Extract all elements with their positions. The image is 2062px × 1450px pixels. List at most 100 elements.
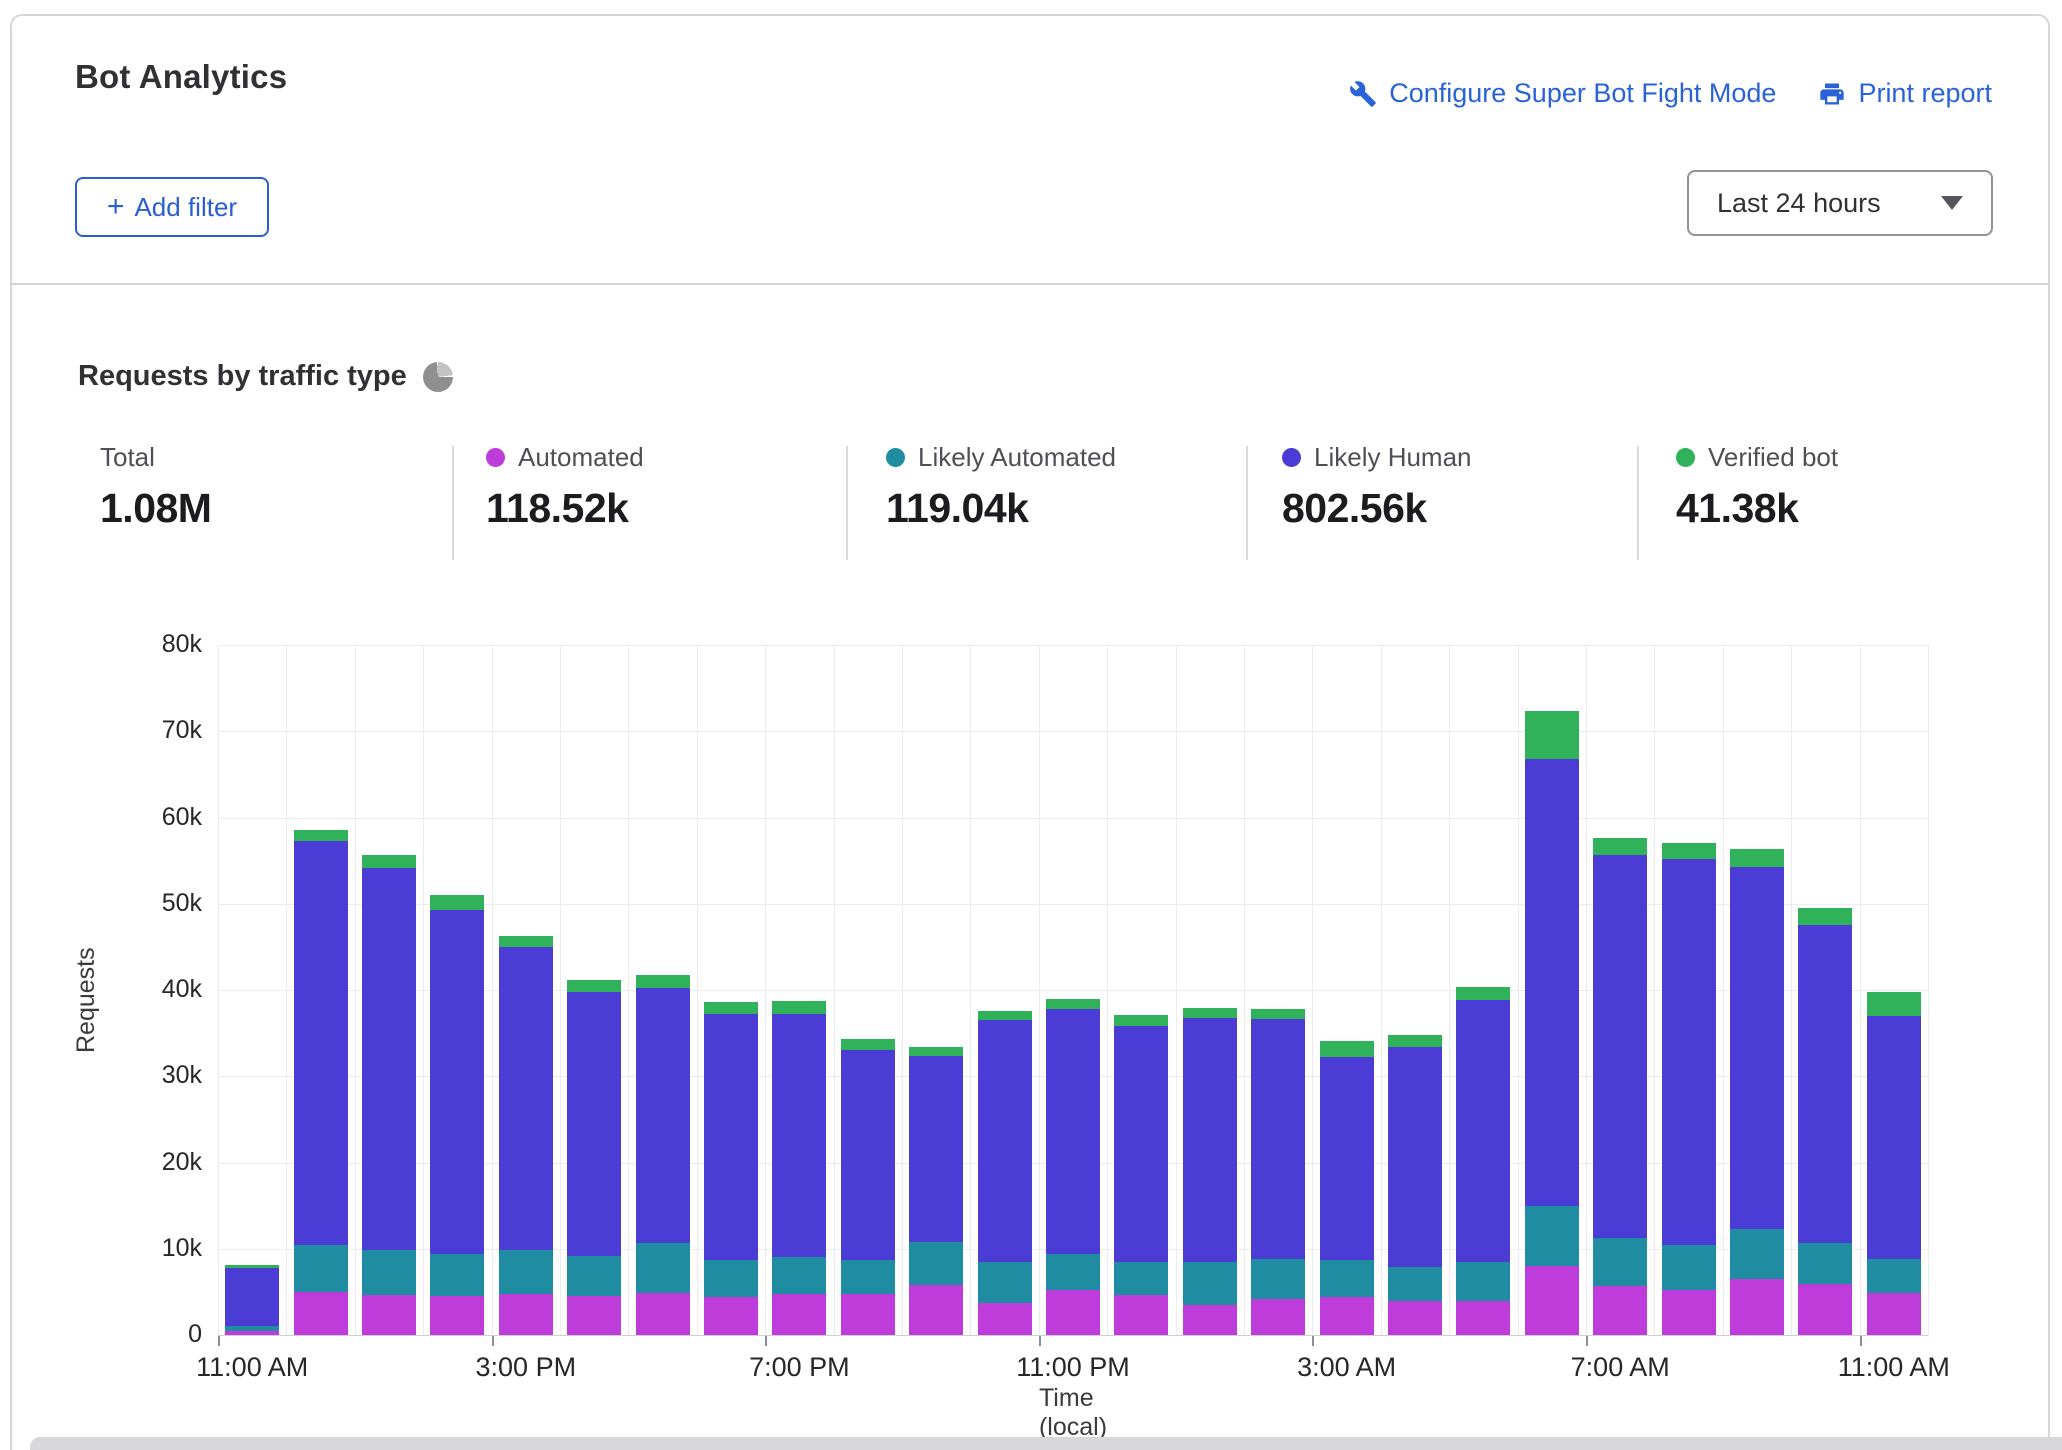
bar-segment-automated[interactable] [362,1295,416,1335]
bar-segment-likely-human[interactable] [362,868,416,1251]
stacked-bar-800am[interactable] [1662,843,1716,1335]
bar-segment-likely-human[interactable] [978,1020,1032,1262]
stacked-bar-500pm[interactable] [636,975,690,1335]
bar-segment-verified-bot[interactable] [567,980,621,992]
stacked-bar-500am[interactable] [1456,987,1510,1335]
bar-segment-likely-human[interactable] [1320,1057,1374,1259]
stacked-bar-800pm[interactable] [841,1039,895,1335]
bar-segment-likely-automated[interactable] [1798,1243,1852,1284]
bar-segment-automated[interactable] [1251,1299,1305,1335]
bar-segment-likely-automated[interactable] [1593,1238,1647,1285]
stacked-bar-100am[interactable] [1183,1008,1237,1335]
bar-segment-likely-automated[interactable] [978,1262,1032,1303]
bar-segment-automated[interactable] [430,1296,484,1335]
bar-segment-likely-automated[interactable] [362,1250,416,1295]
bar-segment-likely-human[interactable] [1662,859,1716,1245]
bar-segment-verified-bot[interactable] [978,1011,1032,1020]
bar-segment-likely-automated[interactable] [567,1256,621,1297]
bar-segment-verified-bot[interactable] [1525,711,1579,758]
stat-automated[interactable]: Automated 118.52k [486,442,644,532]
bar-segment-likely-human[interactable] [1046,1009,1100,1254]
time-range-dropdown[interactable]: Last 24 hours [1687,170,1993,236]
bar-segment-verified-bot[interactable] [1798,908,1852,925]
bar-segment-likely-automated[interactable] [1183,1262,1237,1305]
bar-segment-verified-bot[interactable] [704,1002,758,1014]
bar-segment-likely-automated[interactable] [430,1254,484,1296]
bar-segment-likely-human[interactable] [225,1268,279,1326]
bar-segment-automated[interactable] [225,1331,279,1335]
bar-segment-likely-automated[interactable] [1320,1260,1374,1298]
bar-segment-automated[interactable] [567,1296,621,1335]
stacked-bar-400pm[interactable] [567,980,621,1335]
bar-segment-verified-bot[interactable] [772,1001,826,1014]
bar-segment-verified-bot[interactable] [1730,849,1784,866]
bar-segment-likely-human[interactable] [841,1050,895,1260]
stat-verified-bot[interactable]: Verified bot 41.38k [1676,442,1838,532]
bar-segment-likely-automated[interactable] [1525,1206,1579,1266]
bar-segment-likely-automated[interactable] [704,1260,758,1297]
bar-segment-likely-human[interactable] [499,947,553,1250]
bar-segment-automated[interactable] [1388,1301,1442,1335]
bar-segment-likely-automated[interactable] [1730,1229,1784,1279]
bar-segment-likely-automated[interactable] [499,1250,553,1294]
stacked-bar-900pm[interactable] [909,1047,963,1335]
bar-segment-verified-bot[interactable] [1046,999,1100,1009]
bar-segment-automated[interactable] [1320,1297,1374,1335]
bar-segment-likely-human[interactable] [1183,1018,1237,1261]
bar-segment-likely-human[interactable] [1867,1016,1921,1259]
bar-segment-verified-bot[interactable] [294,830,348,841]
bar-segment-automated[interactable] [841,1294,895,1335]
bar-segment-likely-automated[interactable] [841,1260,895,1295]
bar-segment-verified-bot[interactable] [1251,1009,1305,1019]
bar-segment-automated[interactable] [1114,1295,1168,1335]
bar-segment-automated[interactable] [1183,1305,1237,1335]
bar-segment-automated[interactable] [978,1303,1032,1335]
bar-segment-verified-bot[interactable] [1183,1008,1237,1018]
bar-segment-automated[interactable] [1798,1284,1852,1335]
bar-segment-likely-automated[interactable] [1388,1267,1442,1302]
stacked-bar-200pm[interactable] [430,895,484,1335]
bar-segment-likely-human[interactable] [636,988,690,1242]
stacked-bar-400am[interactable] [1388,1035,1442,1335]
bar-segment-likely-human[interactable] [1114,1026,1168,1261]
bar-segment-verified-bot[interactable] [1593,838,1647,855]
bar-segment-automated[interactable] [1525,1266,1579,1335]
bar-segment-likely-automated[interactable] [1046,1254,1100,1290]
bar-segment-verified-bot[interactable] [430,895,484,910]
bar-segment-likely-automated[interactable] [636,1243,690,1293]
stacked-bar-1000am[interactable] [1798,908,1852,1335]
bar-segment-automated[interactable] [294,1292,348,1335]
bar-segment-likely-human[interactable] [1251,1019,1305,1259]
stacked-bar-700pm[interactable] [772,1001,826,1335]
bar-segment-automated[interactable] [1456,1301,1510,1336]
bar-segment-automated[interactable] [1662,1290,1716,1335]
bar-segment-verified-bot[interactable] [362,855,416,868]
bar-segment-likely-automated[interactable] [909,1242,963,1285]
bar-segment-verified-bot[interactable] [1388,1035,1442,1047]
bar-segment-likely-human[interactable] [1593,855,1647,1238]
bar-segment-automated[interactable] [909,1285,963,1335]
bar-segment-likely-human[interactable] [772,1014,826,1256]
bar-segment-likely-human[interactable] [1730,867,1784,1229]
bar-segment-automated[interactable] [704,1297,758,1335]
stacked-bar-1000pm[interactable] [978,1011,1032,1335]
bar-segment-likely-automated[interactable] [772,1257,826,1294]
bar-segment-likely-automated[interactable] [1251,1259,1305,1299]
stacked-bar-1100pm[interactable] [1046,999,1100,1335]
bar-segment-automated[interactable] [1867,1293,1921,1335]
stacked-bar-300pm[interactable] [499,936,553,1335]
stacked-bar-600pm[interactable] [704,1002,758,1335]
bar-segment-verified-bot[interactable] [499,936,553,947]
stacked-bar-1200am[interactable] [1114,1015,1168,1335]
bar-segment-verified-bot[interactable] [1320,1041,1374,1057]
bar-segment-likely-automated[interactable] [294,1245,348,1292]
stacked-bar-600am[interactable] [1525,711,1579,1335]
bar-segment-verified-bot[interactable] [841,1039,895,1049]
bar-segment-likely-human[interactable] [909,1056,963,1242]
bar-segment-likely-automated[interactable] [1456,1262,1510,1301]
stacked-bar-100pm[interactable] [362,855,416,1335]
bar-segment-likely-human[interactable] [1525,759,1579,1206]
bar-segment-verified-bot[interactable] [909,1047,963,1056]
bar-segment-automated[interactable] [499,1294,553,1335]
stacked-bar-1200pm[interactable] [294,830,348,1335]
